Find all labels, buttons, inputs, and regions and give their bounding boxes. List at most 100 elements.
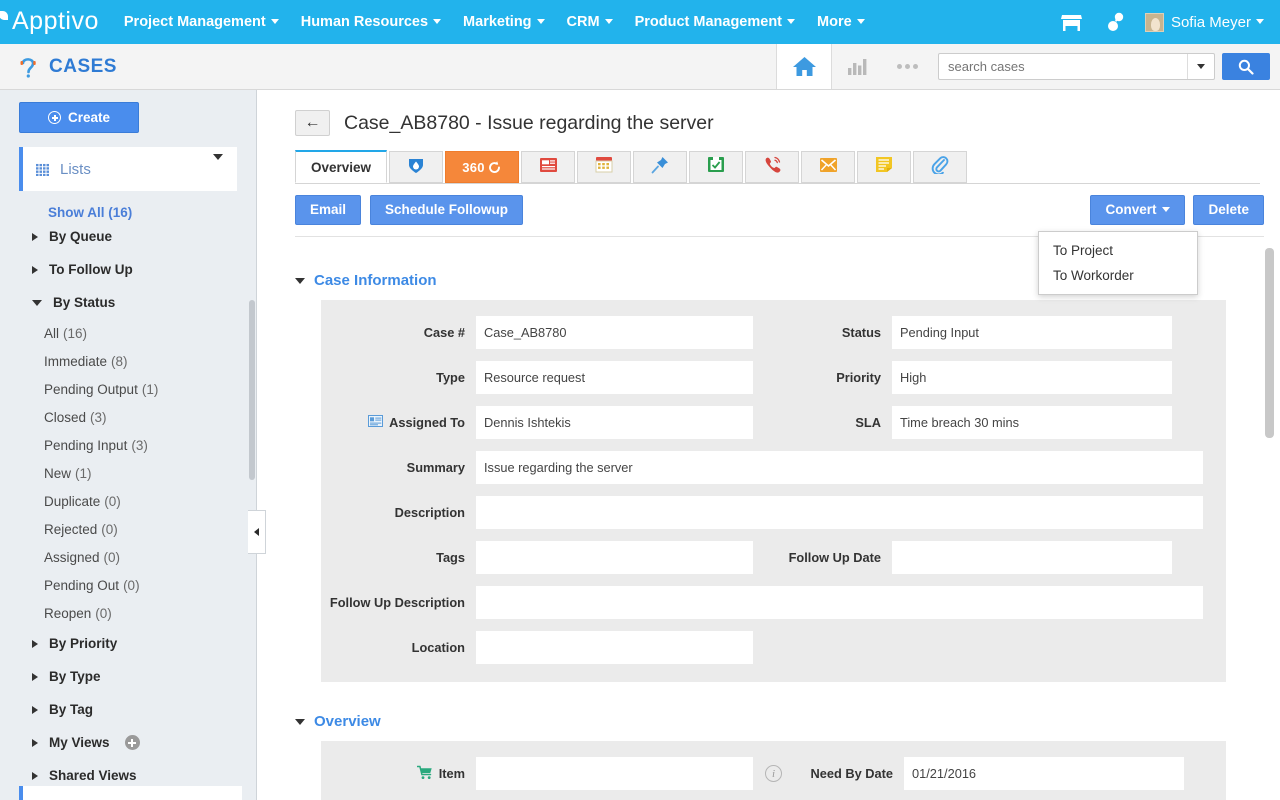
sidebar-group-by-queue[interactable]: By Queue [0, 220, 256, 253]
field-value-status[interactable]: Pending Input [892, 316, 1172, 349]
chevron-right-icon [32, 672, 38, 681]
chevron-down-icon [32, 299, 42, 306]
field-value-description[interactable] [476, 496, 1203, 529]
field-row-location: Location [321, 631, 1226, 664]
tab-attachments[interactable] [913, 151, 968, 183]
field-value-priority[interactable]: High [892, 361, 1172, 394]
field-value-location[interactable] [476, 631, 753, 664]
sidebar-item-pending-out[interactable]: Pending Out (0) [0, 571, 256, 599]
tab-360-view[interactable]: 360 [445, 151, 520, 183]
tab-pin[interactable] [633, 151, 688, 183]
apps-icon[interactable] [1097, 0, 1135, 44]
contact-card-icon [368, 415, 384, 430]
sidebar-item-pending-input[interactable]: Pending Input (3) [0, 431, 256, 459]
field-label-case-number: Case # [423, 325, 465, 340]
back-button[interactable]: ← [295, 110, 330, 136]
sidebar-item-all[interactable]: All (16) [0, 319, 256, 347]
task-check-icon [707, 156, 725, 178]
schedule-followup-button[interactable]: Schedule Followup [370, 195, 524, 225]
sidebar-group-by-status[interactable]: By Status [0, 286, 256, 319]
sidebar-group-by-type[interactable]: By Type [0, 660, 256, 693]
field-value-follow-up-description[interactable] [476, 586, 1203, 619]
field-value-item[interactable] [476, 757, 753, 790]
main-scrollbar[interactable] [1265, 248, 1274, 800]
sidebar-scrollbar[interactable] [248, 90, 256, 800]
field-value-need-by-date[interactable]: 01/21/2016 [904, 757, 1184, 790]
app-header: CASES [0, 44, 1280, 90]
search-input[interactable] [939, 54, 1187, 79]
tab-overview[interactable]: Overview [295, 150, 388, 183]
tab-tasks[interactable] [689, 151, 744, 183]
notes-icon [875, 156, 893, 178]
grid-icon [35, 162, 50, 176]
sidebar-next-panel[interactable] [19, 786, 242, 800]
sidebar-show-all[interactable]: Show All (16) [0, 191, 256, 220]
lists-panel-toggle[interactable]: Lists [19, 147, 237, 191]
home-icon[interactable] [777, 44, 832, 89]
tab-emails[interactable] [801, 151, 856, 183]
convert-to-project-item[interactable]: To Project [1039, 238, 1197, 263]
field-value-tags[interactable] [476, 541, 753, 574]
tab-calendar[interactable] [577, 151, 632, 183]
email-button[interactable]: Email [295, 195, 362, 225]
sidebar-item-reopen[interactable]: Reopen (0) [0, 599, 256, 627]
email-icon [819, 157, 838, 178]
sidebar-group-to-follow-up[interactable]: To Follow Up [0, 253, 256, 286]
field-row-item: Item i Need By Date 01/21/2016 [321, 757, 1226, 790]
create-button[interactable]: Create [19, 102, 139, 133]
sidebar-item-new[interactable]: New (1) [0, 459, 256, 487]
convert-button[interactable]: Convert [1090, 195, 1186, 225]
delete-button[interactable]: Delete [1193, 195, 1264, 225]
group-label: Shared Views [49, 768, 137, 783]
field-value-assigned-to[interactable]: Dennis Ishtekis [476, 406, 753, 439]
sidebar-item-assigned[interactable]: Assigned (0) [0, 543, 256, 571]
chevron-down-icon [270, 18, 279, 24]
nav-crm[interactable]: CRM [556, 0, 624, 44]
tab-calls[interactable] [745, 151, 800, 183]
field-value-summary[interactable]: Issue regarding the server [476, 451, 1203, 484]
sidebar-group-my-views[interactable]: My Views [0, 726, 256, 759]
nav-human-resources[interactable]: Human Resources [290, 0, 452, 44]
field-value-type[interactable]: Resource request [476, 361, 753, 394]
sidebar-item-rejected[interactable]: Rejected (0) [0, 515, 256, 543]
section-header-overview[interactable]: Overview [295, 713, 1280, 730]
sidebar-item-closed[interactable]: Closed (3) [0, 403, 256, 431]
store-icon[interactable] [1053, 0, 1091, 44]
search-dropdown-toggle[interactable] [1187, 54, 1214, 79]
sidebar-group-by-tag[interactable]: By Tag [0, 693, 256, 726]
refresh-icon [487, 160, 502, 175]
sidebar-collapse-handle[interactable] [248, 510, 266, 554]
field-label-item: Item [321, 757, 476, 790]
sidebar-item-duplicate[interactable]: Duplicate (0) [0, 487, 256, 515]
nav-marketing[interactable]: Marketing [452, 0, 556, 44]
nav-product-management[interactable]: Product Management [624, 0, 806, 44]
field-value-sla[interactable]: Time breach 30 mins [892, 406, 1172, 439]
field-value-case-number[interactable]: Case_AB8780 [476, 316, 753, 349]
nav-project-management[interactable]: Project Management [113, 0, 290, 44]
scrollbar-thumb[interactable] [249, 300, 255, 480]
chevron-down-icon [856, 18, 865, 24]
user-menu[interactable]: Sofia Meyer [1141, 0, 1272, 44]
tab-notes[interactable] [857, 151, 912, 183]
sidebar-group-by-priority[interactable]: By Priority [0, 627, 256, 660]
add-view-icon[interactable] [124, 735, 140, 750]
sidebar-item-pending-output[interactable]: Pending Output (1) [0, 375, 256, 403]
sidebar-item-immediate[interactable]: Immediate (8) [0, 347, 256, 375]
field-label-need-by-date: Need By Date [810, 766, 894, 781]
info-icon-item[interactable]: i [765, 765, 782, 782]
search-box [938, 53, 1215, 80]
apptivo-logo[interactable]: Apptivo [0, 7, 113, 36]
convert-to-workorder-item[interactable]: To Workorder [1039, 263, 1197, 288]
chevron-down-icon [787, 18, 796, 24]
group-label: By Queue [49, 229, 113, 244]
tab-news[interactable] [521, 151, 576, 183]
scrollbar-thumb[interactable] [1265, 248, 1274, 438]
bar-chart-icon[interactable] [832, 44, 882, 89]
nav-more[interactable]: More [806, 0, 876, 44]
search-button[interactable] [1222, 53, 1270, 80]
field-value-follow-up-date[interactable] [892, 541, 1172, 574]
tab-drop-shield[interactable] [389, 151, 444, 183]
top-nav-right: Sofia Meyer [1053, 0, 1272, 44]
ellipsis-icon[interactable] [882, 44, 932, 89]
group-label: By Type [49, 669, 101, 684]
